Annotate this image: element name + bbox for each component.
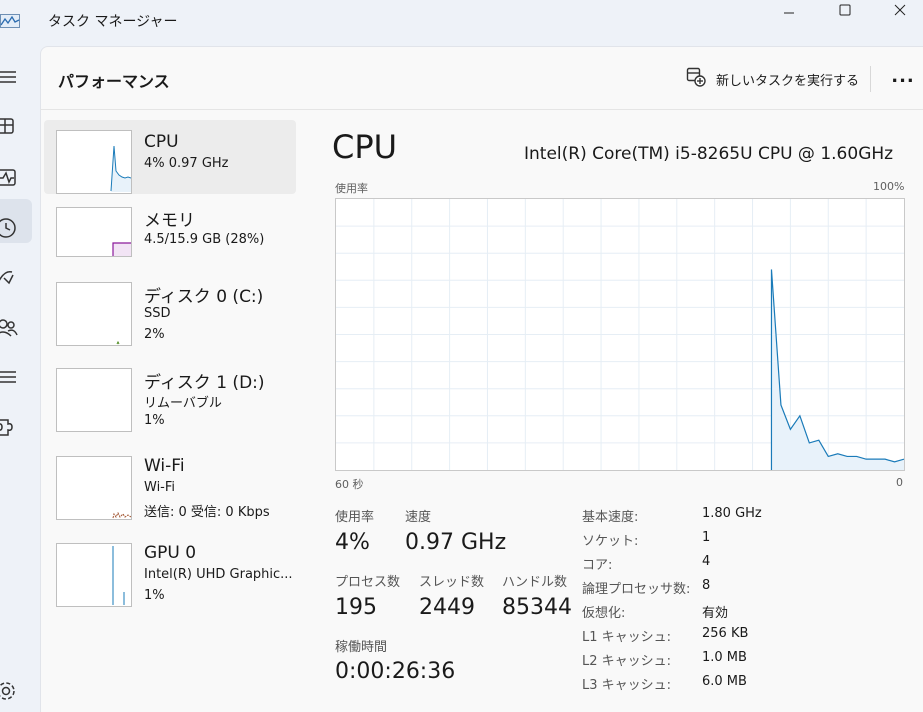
device-item-disk-1[interactable]: ディスク 1 (D:) リムーバブル 1% (44, 358, 296, 432)
device-detail: Intel(R) UHD Graphic... (144, 567, 293, 582)
info-label: 仮想化: (582, 606, 626, 621)
info-value: 1.80 GHz (702, 506, 762, 521)
handles-label: ハンドル数 (502, 575, 568, 590)
info-value: 8 (702, 578, 711, 593)
device-name: GPU 0 (144, 543, 197, 563)
disk0-thumbnail-graph (56, 282, 132, 346)
graph-x-left-label: 60 秒 (335, 478, 364, 491)
usage-value: 4% (335, 530, 370, 555)
speed-label: 速度 (405, 510, 432, 525)
header-separator (870, 66, 871, 92)
device-detail: リムーバブル (144, 396, 222, 411)
task-manager-app-icon (0, 13, 20, 28)
cpu-thumbnail-graph (56, 130, 132, 194)
speed-value: 0.97 GHz (405, 530, 507, 555)
threads-label: スレッド数 (419, 575, 485, 590)
minimize-button[interactable] (766, 0, 812, 26)
device-item-gpu-0[interactable]: GPU 0 Intel(R) UHD Graphic... 1% (44, 533, 296, 607)
graph-y-label: 使用率 (335, 182, 368, 195)
title-bar: タスク マネージャー (0, 0, 923, 44)
app-history-icon[interactable] (0, 216, 24, 240)
settings-icon[interactable] (0, 679, 24, 703)
services-icon[interactable] (0, 416, 24, 440)
uptime-label: 稼働時間 (335, 640, 388, 655)
device-name: ディスク 0 (C:) (144, 287, 264, 307)
close-button[interactable] (877, 0, 923, 26)
header-divider (40, 109, 923, 110)
processes-label: プロセス数 (335, 575, 401, 590)
run-new-task-button[interactable]: 新しいタスクを実行する (686, 67, 860, 91)
threads-value: 2449 (419, 595, 475, 620)
navigation-rail (0, 44, 40, 711)
device-name: ディスク 1 (D:) (144, 373, 265, 393)
info-label: ソケット: (582, 534, 639, 549)
cpu-model-name: Intel(R) Core(TM) i5-8265U CPU @ 1.60GHz (524, 144, 894, 164)
info-label: L2 キャッシュ: (582, 654, 672, 669)
device-throughput: 送信: 0 受信: 0 Kbps (144, 505, 270, 520)
cpu-heading: CPU (332, 128, 398, 166)
cpu-usage-chart-svg (336, 199, 904, 470)
info-value: 4 (702, 554, 711, 569)
device-name: メモリ (144, 211, 195, 231)
device-name: Wi-Fi (144, 456, 185, 476)
more-options-button[interactable]: ... (888, 66, 918, 92)
processes-icon[interactable] (0, 116, 24, 140)
device-usage: 2% (144, 327, 165, 342)
device-detail: 4.5/15.9 GB (28%) (144, 232, 265, 247)
device-detail: 4% 0.97 GHz (144, 156, 229, 171)
performance-icon[interactable] (0, 166, 24, 190)
device-detail: Wi-Fi (144, 480, 176, 495)
disk1-thumbnail-graph (56, 368, 132, 432)
info-label: 基本速度: (582, 510, 639, 525)
info-label: L3 キャッシュ: (582, 678, 672, 693)
info-label: 論理プロセッサ数: (582, 582, 691, 597)
device-name: CPU (144, 132, 179, 152)
wifi-thumbnail-graph (56, 456, 132, 520)
device-item-cpu[interactable]: CPU 4% 0.97 GHz (44, 120, 296, 194)
info-value: 1 (702, 530, 711, 545)
device-item-memory[interactable]: メモリ 4.5/15.9 GB (28%) (44, 196, 296, 270)
details-icon[interactable] (0, 366, 24, 390)
info-value: 256 KB (702, 626, 749, 641)
processes-value: 195 (335, 595, 377, 620)
maximize-button[interactable] (822, 0, 868, 26)
startup-apps-icon[interactable] (0, 266, 24, 290)
info-value: 1.0 MB (702, 650, 747, 665)
users-icon[interactable] (0, 316, 24, 340)
graph-y-max-label: 100% (873, 180, 905, 193)
device-usage: 1% (144, 413, 165, 428)
info-value: 6.0 MB (702, 674, 747, 689)
device-usage: 1% (144, 588, 165, 603)
usage-label: 使用率 (335, 510, 375, 525)
handles-value: 85344 (502, 595, 572, 620)
cpu-usage-graph (335, 198, 905, 471)
page-title: パフォーマンス (58, 72, 170, 91)
info-label: コア: (582, 558, 613, 573)
device-detail: SSD (144, 306, 171, 321)
hamburger-icon[interactable] (0, 66, 24, 90)
window-title: タスク マネージャー (48, 14, 178, 30)
uptime-value: 0:00:26:36 (335, 659, 456, 684)
info-label: L1 キャッシュ: (582, 630, 672, 645)
graph-x-right-label: 0 (896, 476, 903, 489)
run-task-icon (686, 67, 706, 91)
info-value: 有効 (702, 606, 729, 621)
run-task-label: 新しいタスクを実行する (716, 73, 860, 89)
gpu-thumbnail-graph (56, 543, 132, 607)
memory-thumbnail-graph (56, 207, 132, 257)
cpu-usage-area (771, 269, 904, 470)
device-item-wifi[interactable]: Wi-Fi Wi-Fi 送信: 0 受信: 0 Kbps (44, 446, 296, 520)
device-item-disk-0[interactable]: ディスク 0 (C:) SSD 2% (44, 272, 296, 346)
